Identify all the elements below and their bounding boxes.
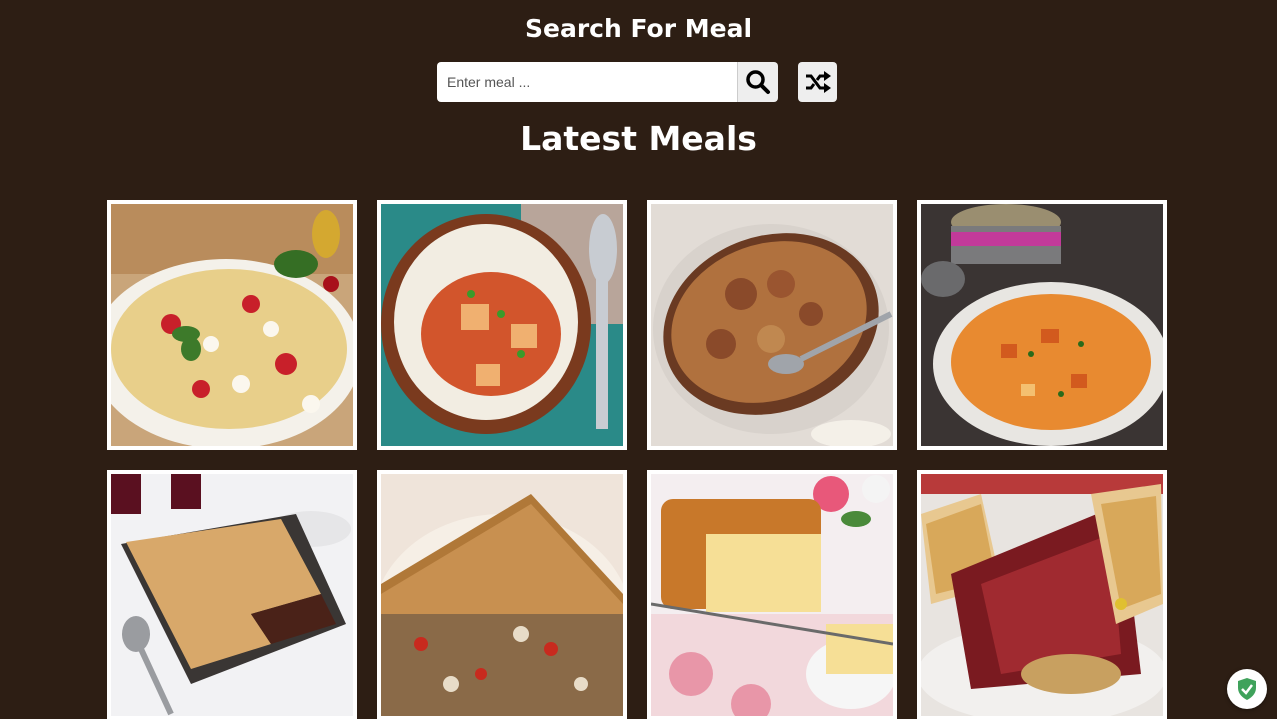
search-title: Search For Meal [524,14,753,43]
shield-check-icon [1238,678,1256,700]
meal-card[interactable] [377,470,627,719]
meal-image [111,474,353,716]
meal-card[interactable] [107,470,357,719]
shuffle-icon [805,71,831,93]
meal-card[interactable] [647,470,897,719]
meal-finder-page: Search For Meal Latest Meals [0,0,1277,719]
meal-image [381,204,623,446]
search-bar [437,62,837,102]
meal-card[interactable] [647,200,897,450]
search-button[interactable] [737,62,778,102]
security-shield-badge[interactable] [1227,669,1267,709]
meal-card[interactable] [917,200,1167,450]
meal-card[interactable] [917,470,1167,719]
meal-image [651,204,893,446]
meal-card[interactable] [107,200,357,450]
meal-image [651,474,893,716]
meal-image [381,474,623,716]
meals-grid [107,200,1167,719]
meal-image [111,204,353,446]
search-icon [746,70,770,94]
meal-image [921,474,1163,716]
latest-meals-title: Latest Meals [520,119,757,158]
search-input[interactable] [437,62,737,102]
meal-image [921,204,1163,446]
meal-card[interactable] [377,200,627,450]
random-meal-button[interactable] [798,62,837,102]
